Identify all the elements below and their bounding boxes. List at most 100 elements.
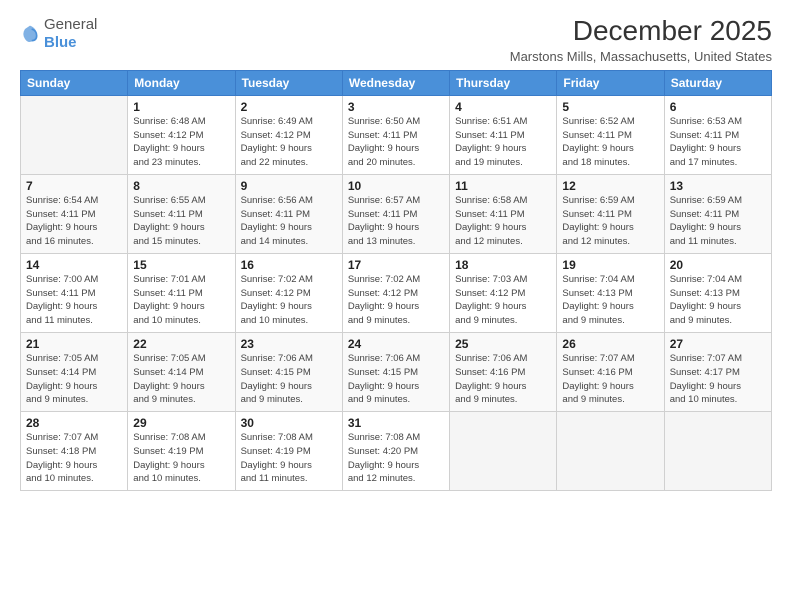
calendar-cell	[21, 95, 128, 174]
calendar-cell: 24Sunrise: 7:06 AM Sunset: 4:15 PM Dayli…	[342, 332, 449, 411]
day-number: 5	[562, 100, 658, 114]
day-number: 10	[348, 179, 444, 193]
calendar-cell: 13Sunrise: 6:59 AM Sunset: 4:11 PM Dayli…	[664, 174, 771, 253]
day-info: Sunrise: 7:06 AM Sunset: 4:15 PM Dayligh…	[348, 352, 444, 407]
day-info: Sunrise: 6:57 AM Sunset: 4:11 PM Dayligh…	[348, 194, 444, 249]
calendar-cell: 2Sunrise: 6:49 AM Sunset: 4:12 PM Daylig…	[235, 95, 342, 174]
day-info: Sunrise: 6:51 AM Sunset: 4:11 PM Dayligh…	[455, 115, 551, 170]
day-number: 19	[562, 258, 658, 272]
main-title: December 2025	[510, 16, 772, 47]
calendar-cell: 27Sunrise: 7:07 AM Sunset: 4:17 PM Dayli…	[664, 332, 771, 411]
calendar-week-4: 21Sunrise: 7:05 AM Sunset: 4:14 PM Dayli…	[21, 332, 772, 411]
calendar-header-saturday: Saturday	[664, 70, 771, 95]
day-info: Sunrise: 7:06 AM Sunset: 4:15 PM Dayligh…	[241, 352, 337, 407]
day-number: 14	[26, 258, 122, 272]
calendar-week-2: 7Sunrise: 6:54 AM Sunset: 4:11 PM Daylig…	[21, 174, 772, 253]
day-info: Sunrise: 6:52 AM Sunset: 4:11 PM Dayligh…	[562, 115, 658, 170]
day-info: Sunrise: 6:56 AM Sunset: 4:11 PM Dayligh…	[241, 194, 337, 249]
calendar-cell: 17Sunrise: 7:02 AM Sunset: 4:12 PM Dayli…	[342, 253, 449, 332]
day-info: Sunrise: 6:55 AM Sunset: 4:11 PM Dayligh…	[133, 194, 229, 249]
day-info: Sunrise: 7:01 AM Sunset: 4:11 PM Dayligh…	[133, 273, 229, 328]
day-info: Sunrise: 7:05 AM Sunset: 4:14 PM Dayligh…	[26, 352, 122, 407]
day-number: 6	[670, 100, 766, 114]
day-number: 20	[670, 258, 766, 272]
day-number: 29	[133, 416, 229, 430]
day-number: 12	[562, 179, 658, 193]
day-info: Sunrise: 7:00 AM Sunset: 4:11 PM Dayligh…	[26, 273, 122, 328]
calendar-cell: 16Sunrise: 7:02 AM Sunset: 4:12 PM Dayli…	[235, 253, 342, 332]
calendar-header-wednesday: Wednesday	[342, 70, 449, 95]
day-number: 17	[348, 258, 444, 272]
day-info: Sunrise: 6:59 AM Sunset: 4:11 PM Dayligh…	[562, 194, 658, 249]
day-info: Sunrise: 7:07 AM Sunset: 4:17 PM Dayligh…	[670, 352, 766, 407]
day-info: Sunrise: 6:53 AM Sunset: 4:11 PM Dayligh…	[670, 115, 766, 170]
day-number: 18	[455, 258, 551, 272]
title-section: December 2025 Marstons Mills, Massachuse…	[510, 16, 772, 64]
logo-text-blue: Blue	[44, 34, 77, 51]
day-number: 3	[348, 100, 444, 114]
day-number: 11	[455, 179, 551, 193]
day-info: Sunrise: 6:49 AM Sunset: 4:12 PM Dayligh…	[241, 115, 337, 170]
calendar-cell: 28Sunrise: 7:07 AM Sunset: 4:18 PM Dayli…	[21, 412, 128, 491]
day-info: Sunrise: 7:06 AM Sunset: 4:16 PM Dayligh…	[455, 352, 551, 407]
calendar-cell: 8Sunrise: 6:55 AM Sunset: 4:11 PM Daylig…	[128, 174, 235, 253]
calendar-cell	[664, 412, 771, 491]
day-number: 15	[133, 258, 229, 272]
day-info: Sunrise: 6:58 AM Sunset: 4:11 PM Dayligh…	[455, 194, 551, 249]
logo-text-general: General	[44, 16, 97, 33]
calendar-cell: 29Sunrise: 7:08 AM Sunset: 4:19 PM Dayli…	[128, 412, 235, 491]
calendar-cell: 21Sunrise: 7:05 AM Sunset: 4:14 PM Dayli…	[21, 332, 128, 411]
day-number: 27	[670, 337, 766, 351]
calendar-table: SundayMondayTuesdayWednesdayThursdayFrid…	[20, 70, 772, 491]
calendar-header-sunday: Sunday	[21, 70, 128, 95]
calendar-week-5: 28Sunrise: 7:07 AM Sunset: 4:18 PM Dayli…	[21, 412, 772, 491]
day-number: 1	[133, 100, 229, 114]
calendar-cell: 3Sunrise: 6:50 AM Sunset: 4:11 PM Daylig…	[342, 95, 449, 174]
day-info: Sunrise: 6:50 AM Sunset: 4:11 PM Dayligh…	[348, 115, 444, 170]
day-number: 2	[241, 100, 337, 114]
calendar-cell: 10Sunrise: 6:57 AM Sunset: 4:11 PM Dayli…	[342, 174, 449, 253]
day-number: 23	[241, 337, 337, 351]
day-number: 24	[348, 337, 444, 351]
calendar-header-tuesday: Tuesday	[235, 70, 342, 95]
calendar-cell: 22Sunrise: 7:05 AM Sunset: 4:14 PM Dayli…	[128, 332, 235, 411]
generalblue-logo-icon	[20, 24, 40, 44]
day-info: Sunrise: 7:08 AM Sunset: 4:19 PM Dayligh…	[133, 431, 229, 486]
calendar-cell: 25Sunrise: 7:06 AM Sunset: 4:16 PM Dayli…	[450, 332, 557, 411]
calendar-header-friday: Friday	[557, 70, 664, 95]
calendar-cell: 30Sunrise: 7:08 AM Sunset: 4:19 PM Dayli…	[235, 412, 342, 491]
day-number: 26	[562, 337, 658, 351]
logo: General Blue	[20, 16, 97, 52]
day-number: 8	[133, 179, 229, 193]
day-info: Sunrise: 6:48 AM Sunset: 4:12 PM Dayligh…	[133, 115, 229, 170]
day-number: 4	[455, 100, 551, 114]
calendar-header-row: SundayMondayTuesdayWednesdayThursdayFrid…	[21, 70, 772, 95]
day-info: Sunrise: 7:07 AM Sunset: 4:18 PM Dayligh…	[26, 431, 122, 486]
day-info: Sunrise: 7:05 AM Sunset: 4:14 PM Dayligh…	[133, 352, 229, 407]
day-info: Sunrise: 7:04 AM Sunset: 4:13 PM Dayligh…	[670, 273, 766, 328]
subtitle: Marstons Mills, Massachusetts, United St…	[510, 49, 772, 64]
calendar-cell: 19Sunrise: 7:04 AM Sunset: 4:13 PM Dayli…	[557, 253, 664, 332]
day-number: 16	[241, 258, 337, 272]
calendar-week-1: 1Sunrise: 6:48 AM Sunset: 4:12 PM Daylig…	[21, 95, 772, 174]
day-info: Sunrise: 7:02 AM Sunset: 4:12 PM Dayligh…	[348, 273, 444, 328]
calendar-cell: 11Sunrise: 6:58 AM Sunset: 4:11 PM Dayli…	[450, 174, 557, 253]
header: General Blue December 2025 Marstons Mill…	[20, 16, 772, 64]
calendar-cell: 15Sunrise: 7:01 AM Sunset: 4:11 PM Dayli…	[128, 253, 235, 332]
day-info: Sunrise: 6:59 AM Sunset: 4:11 PM Dayligh…	[670, 194, 766, 249]
calendar-cell: 6Sunrise: 6:53 AM Sunset: 4:11 PM Daylig…	[664, 95, 771, 174]
calendar-cell: 7Sunrise: 6:54 AM Sunset: 4:11 PM Daylig…	[21, 174, 128, 253]
calendar-cell: 9Sunrise: 6:56 AM Sunset: 4:11 PM Daylig…	[235, 174, 342, 253]
day-number: 21	[26, 337, 122, 351]
day-number: 30	[241, 416, 337, 430]
calendar-week-3: 14Sunrise: 7:00 AM Sunset: 4:11 PM Dayli…	[21, 253, 772, 332]
calendar-header-thursday: Thursday	[450, 70, 557, 95]
calendar-cell: 23Sunrise: 7:06 AM Sunset: 4:15 PM Dayli…	[235, 332, 342, 411]
day-number: 7	[26, 179, 122, 193]
calendar-cell	[450, 412, 557, 491]
day-info: Sunrise: 7:08 AM Sunset: 4:19 PM Dayligh…	[241, 431, 337, 486]
day-number: 22	[133, 337, 229, 351]
page: General Blue December 2025 Marstons Mill…	[0, 0, 792, 612]
calendar-cell: 4Sunrise: 6:51 AM Sunset: 4:11 PM Daylig…	[450, 95, 557, 174]
day-number: 25	[455, 337, 551, 351]
